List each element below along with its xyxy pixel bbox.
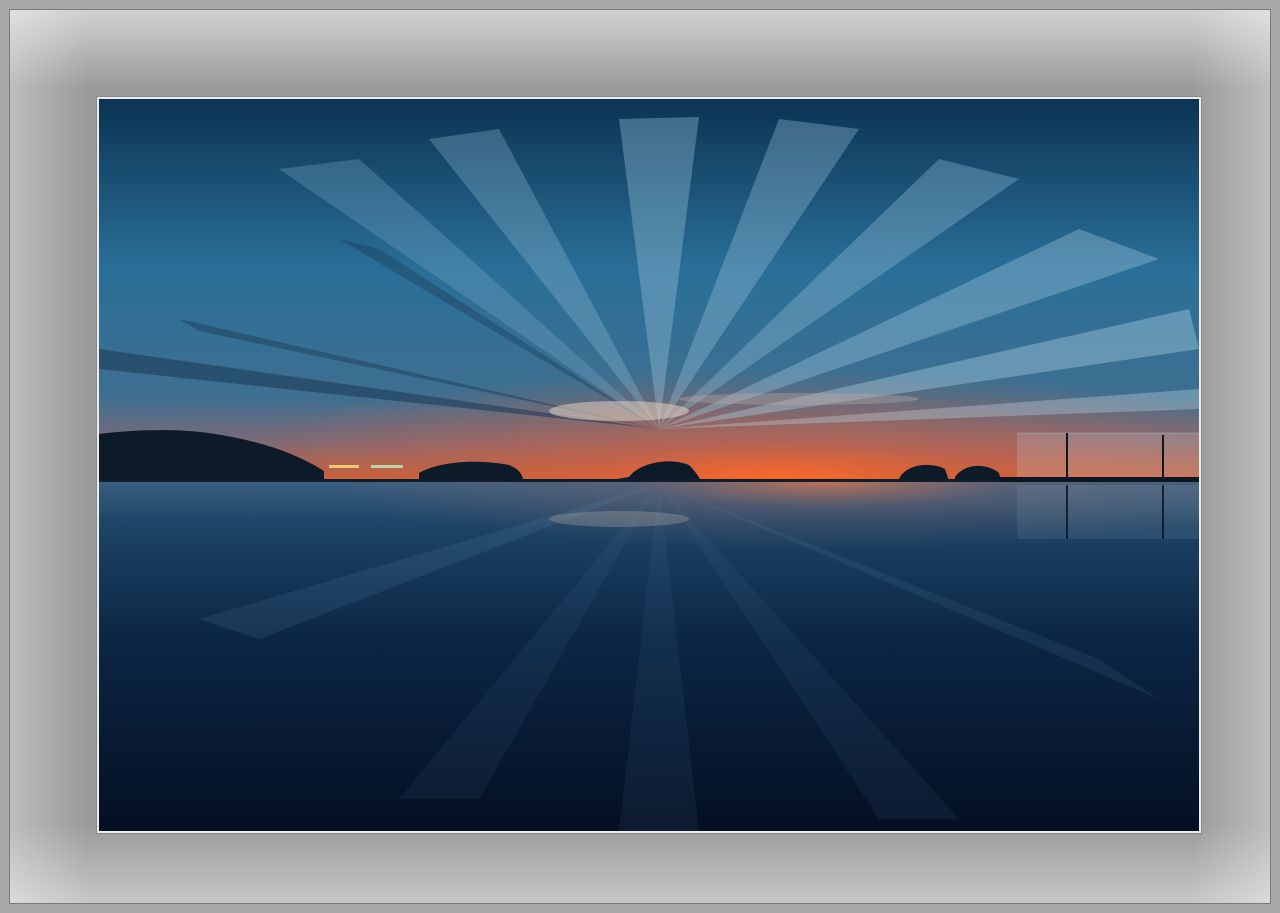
glass-railing	[989, 432, 1199, 485]
landscape-photo	[96, 96, 1202, 834]
photo-frame	[0, 0, 1280, 913]
sunset-reflection-image	[99, 99, 1199, 831]
